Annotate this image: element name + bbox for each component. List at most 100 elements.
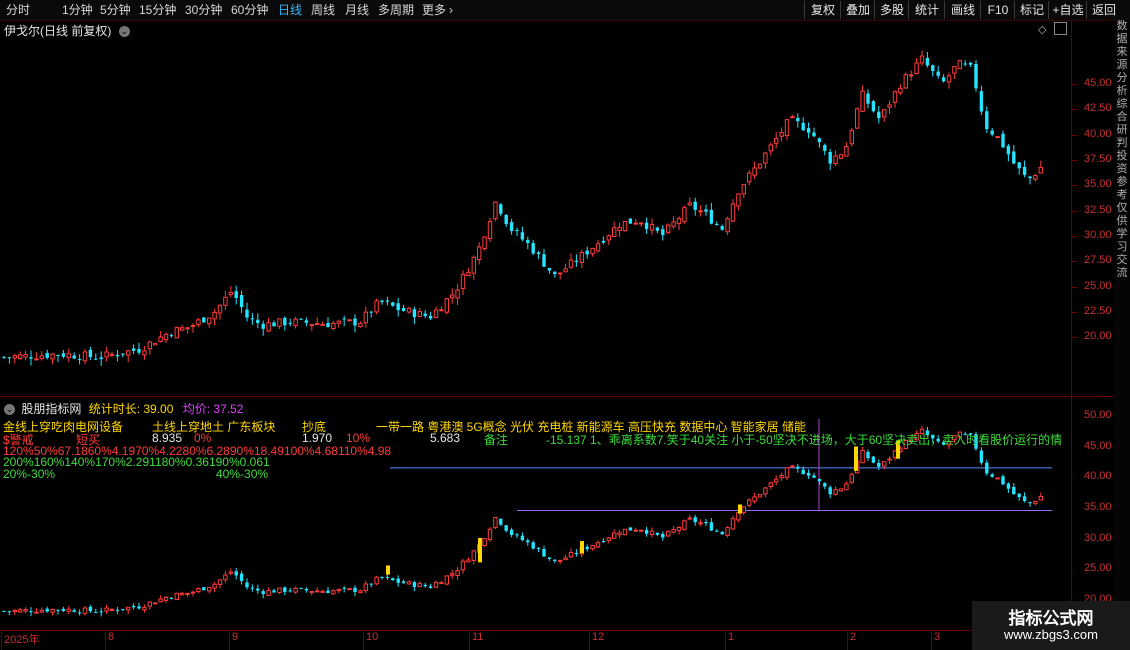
tf-multi[interactable]: 多周期 <box>378 2 414 18</box>
candle <box>1022 492 1027 503</box>
x-axis-label: 9 <box>232 631 239 643</box>
candle <box>617 529 622 539</box>
candle <box>1017 162 1021 175</box>
candle <box>309 323 315 331</box>
candle <box>202 316 206 323</box>
candle <box>903 72 908 90</box>
vertical-char: 供 <box>1116 215 1128 227</box>
candle <box>644 526 649 537</box>
candle <box>131 344 136 355</box>
candle <box>952 66 957 80</box>
note-text: -15.137 1、乖离系数7.笑于40关注 小于-50坚决不进场，大于60坚决… <box>546 433 1063 447</box>
candle <box>34 608 39 614</box>
btn-duogu[interactable]: 多股 <box>874 1 909 19</box>
candle <box>661 225 665 241</box>
tf-weekly[interactable]: 周线 <box>311 2 335 18</box>
candle <box>860 85 865 112</box>
vertical-char: 判 <box>1116 137 1128 149</box>
btn-fanhui[interactable]: 返回 <box>1086 1 1121 19</box>
candle <box>353 585 357 597</box>
candle <box>283 316 287 331</box>
candle <box>493 517 498 530</box>
more-label: 更多 <box>422 3 447 17</box>
candle <box>190 323 196 333</box>
candle <box>401 304 406 312</box>
candle <box>887 456 892 465</box>
btn-tongji[interactable]: 统计 <box>908 1 945 19</box>
candle <box>796 463 800 473</box>
candle <box>363 580 369 594</box>
candle <box>342 315 346 327</box>
candle <box>790 114 795 119</box>
btn-biaoji[interactable]: 标记 <box>1014 1 1049 19</box>
candle <box>747 498 752 508</box>
candle <box>536 547 541 552</box>
x-axis-label: 1 <box>728 631 735 643</box>
candle <box>347 588 352 591</box>
candle <box>315 317 320 326</box>
candle <box>849 472 854 485</box>
vertical-char: 仅 <box>1116 202 1128 214</box>
main-y-tickmark <box>1072 84 1077 85</box>
candle <box>828 148 832 170</box>
candle <box>601 538 606 544</box>
tf-1min[interactable]: 1分钟 <box>62 2 93 18</box>
candle <box>547 557 552 561</box>
candle <box>649 527 655 538</box>
candle <box>741 506 746 516</box>
candle <box>812 472 816 479</box>
candle <box>250 312 255 325</box>
btn-huaxian[interactable]: 画线 <box>944 1 981 19</box>
candle <box>979 447 984 465</box>
candle <box>806 469 811 480</box>
tf-monthly[interactable]: 月线 <box>345 2 369 18</box>
vertical-char: 来 <box>1116 46 1128 58</box>
candle <box>892 90 898 108</box>
candle <box>56 354 60 363</box>
tf-30min[interactable]: 30分钟 <box>185 2 222 18</box>
candle <box>871 100 876 113</box>
x-axis-tickmark <box>725 630 726 650</box>
candle <box>849 127 854 147</box>
candle <box>109 608 115 612</box>
btn-fuquan[interactable]: 复权 <box>804 1 841 19</box>
main-y-tickmark <box>1072 135 1077 136</box>
tf-fenshi[interactable]: 分时 <box>6 2 30 18</box>
candle <box>369 583 373 588</box>
candle <box>877 106 881 124</box>
candle <box>542 545 546 557</box>
candle <box>801 117 805 132</box>
candle <box>1001 130 1005 149</box>
candle <box>860 446 865 464</box>
candle <box>299 318 303 320</box>
candle <box>1001 474 1005 486</box>
tf-more[interactable]: 更多 › <box>422 2 453 18</box>
btn-diejia[interactable]: 叠加 <box>840 1 875 19</box>
main-candlestick-chart[interactable] <box>0 21 1072 396</box>
tf-15min[interactable]: 15分钟 <box>139 2 176 18</box>
candle <box>639 529 644 533</box>
btn-zixuan[interactable]: +自选 <box>1048 1 1087 19</box>
candle <box>72 352 76 360</box>
tf-daily[interactable]: 日线 <box>278 2 302 18</box>
candle <box>730 199 736 223</box>
candle <box>877 459 881 471</box>
candle <box>385 574 390 580</box>
candle <box>272 320 276 327</box>
tf-5min[interactable]: 5分钟 <box>100 2 131 18</box>
candle <box>542 248 546 268</box>
candle <box>768 481 773 490</box>
candle <box>1038 492 1043 501</box>
main-y-tickmark <box>1072 160 1077 161</box>
candle <box>466 557 471 563</box>
candle <box>109 351 115 358</box>
btn-f10[interactable]: F10 <box>980 1 1015 19</box>
candle <box>196 317 201 328</box>
candle <box>126 606 131 615</box>
candle <box>245 578 249 590</box>
range-2: 40%-30% <box>216 467 269 481</box>
candle <box>768 142 773 156</box>
tf-60min[interactable]: 60分钟 <box>231 2 268 18</box>
candle <box>266 317 271 333</box>
candle <box>433 580 439 588</box>
